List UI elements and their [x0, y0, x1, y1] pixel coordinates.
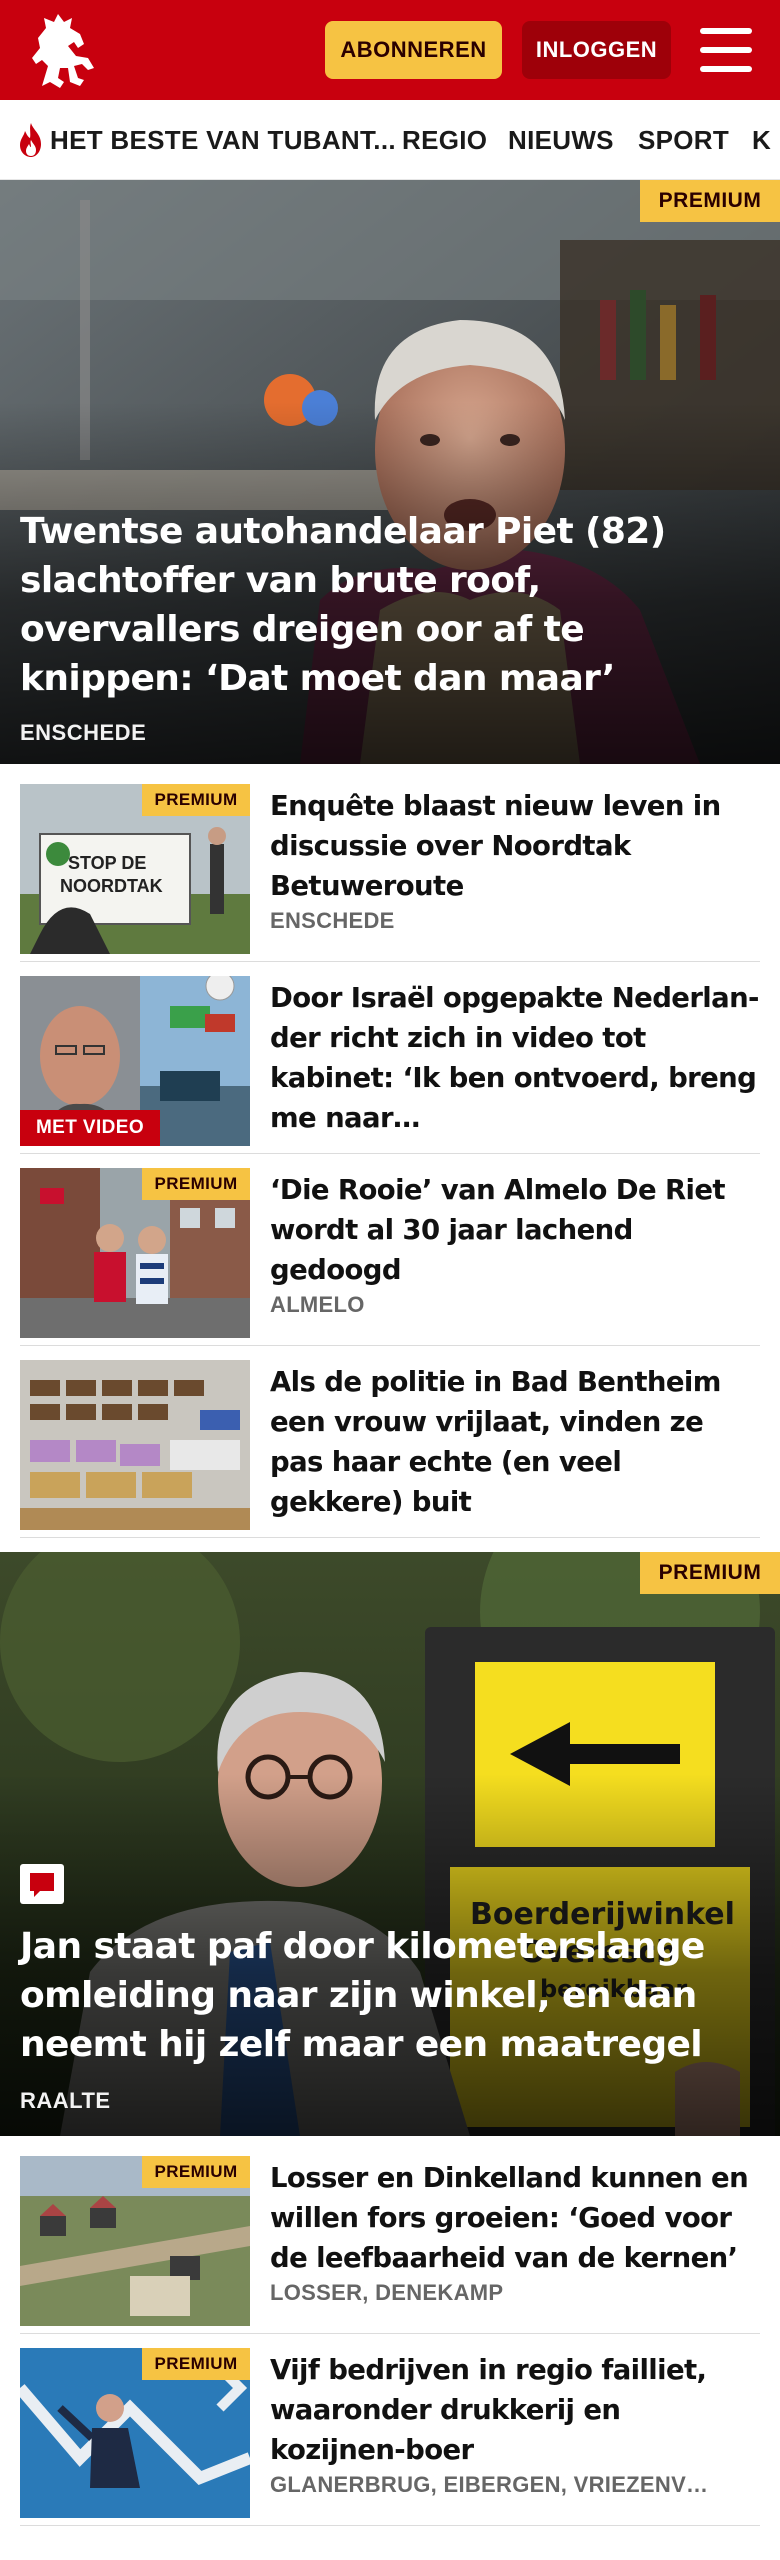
article-thumbnail: PREMIUM: [20, 1168, 250, 1338]
article-title[interactable]: Losser en Dinkelland kunnen en willen fo…: [270, 2158, 760, 2278]
list-item[interactable]: PREMIUM Losser en Dinkelland kunnen en w…: [20, 2156, 760, 2334]
nav-item-k[interactable]: K: [752, 100, 771, 179]
section-nav: HET BESTE VAN TUBANT... REGIO NIEUWS SPO…: [0, 100, 780, 180]
video-badge: MET VIDEO: [20, 1110, 160, 1146]
article-title[interactable]: Enquête blaast nieuw leven in discussie …: [270, 786, 760, 906]
article-title[interactable]: Vijf bedrijven in regio failliet, waaron…: [270, 2350, 760, 2470]
comment-icon[interactable]: [20, 1864, 64, 1904]
premium-badge: PREMIUM: [142, 2156, 250, 2188]
article-thumbnail: [20, 1360, 250, 1530]
article-thumbnail: STOP DE NOORDTAK PREMIUM: [20, 784, 250, 954]
top-header: ABONNEREN INLOGGEN: [0, 0, 780, 100]
nav-item-best-of-tubantia[interactable]: HET BESTE VAN TUBANT...: [50, 100, 396, 179]
premium-badge: PREMIUM: [142, 784, 250, 816]
hero-headline[interactable]: Jan staat paf door kilometerslange omlei…: [20, 1922, 760, 2069]
hero-location: ENSCHEDE: [20, 720, 147, 745]
hamburger-menu-icon[interactable]: [700, 28, 752, 72]
premium-badge: PREMIUM: [142, 1168, 250, 1200]
nav-item-nieuws[interactable]: NIEUWS: [508, 100, 614, 179]
article-thumbnail: MET VIDEO: [20, 976, 250, 1146]
hero-location: RAALTE: [20, 2088, 111, 2113]
article-title[interactable]: Door Israël opgepakte Nederlan-der richt…: [270, 978, 760, 1138]
article-title[interactable]: Als de politie in Bad Bentheim een vrouw…: [270, 1362, 760, 1522]
thumb-sign-text: STOP DE: [68, 853, 146, 873]
article-location: ENSCHEDE: [270, 908, 395, 933]
hero-article-1[interactable]: PREMIUM Twentse autohandelaar Piet (82) …: [0, 180, 780, 764]
login-button[interactable]: INLOGGEN: [522, 21, 671, 79]
hero-article-2[interactable]: Boerderijwinkel Overesch bereikbaar PREM…: [0, 1552, 780, 2136]
list-item[interactable]: STOP DE NOORDTAK PREMIUM Enquête blaast …: [20, 784, 760, 962]
premium-badge: PREMIUM: [640, 1552, 780, 1594]
article-location: LOSSER, DENEKAMP: [270, 2280, 504, 2305]
article-location: GLANERBRUG, EIBERGEN, VRIEZENV…: [270, 2472, 709, 2497]
article-location: ALMELO: [270, 1292, 365, 1317]
tubantia-horse-logo[interactable]: [22, 8, 106, 92]
article-thumbnail: PREMIUM: [20, 2348, 250, 2518]
nav-item-regio[interactable]: REGIO: [402, 100, 487, 179]
list-item[interactable]: MET VIDEO Door Israël opgepakte Nederlan…: [20, 976, 760, 1154]
article-thumbnail: PREMIUM: [20, 2156, 250, 2326]
article-title[interactable]: ‘Die Rooie’ van Almelo De Riet wordt al …: [270, 1170, 760, 1290]
nav-item-sport[interactable]: SPORT: [638, 100, 729, 179]
flame-icon: [20, 123, 41, 157]
hero-headline[interactable]: Twentse autohandelaar Piet (82) slachtof…: [20, 507, 760, 703]
list-item[interactable]: Als de politie in Bad Bentheim een vrouw…: [20, 1360, 760, 1538]
premium-badge: PREMIUM: [142, 2348, 250, 2380]
svg-text:NOORDTAK: NOORDTAK: [60, 876, 163, 896]
premium-badge: PREMIUM: [640, 180, 780, 222]
subscribe-button[interactable]: ABONNEREN: [325, 21, 502, 79]
list-item[interactable]: PREMIUM Vijf bedrijven in regio failliet…: [20, 2348, 760, 2526]
list-item[interactable]: PREMIUM ‘Die Rooie’ van Almelo De Riet w…: [20, 1168, 760, 1346]
